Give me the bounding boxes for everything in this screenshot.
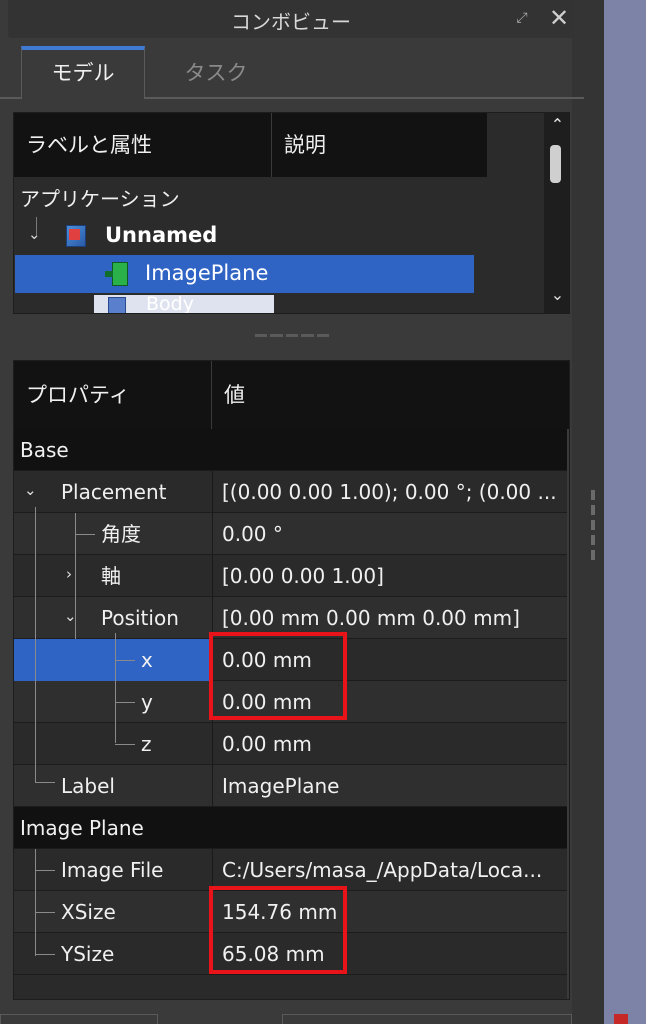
- property-scrollbar[interactable]: [567, 429, 569, 999]
- model-tree[interactable]: ラベルと属性 説明 ⌃ ⌄ アプリケーション ⌄ Unnamed ImagePl…: [13, 112, 570, 314]
- property-value[interactable]: [0.00 0.00 1.00]: [212, 555, 567, 597]
- tree-connector: [35, 507, 36, 782]
- highlight-box-size: [209, 886, 347, 974]
- tree-header-description[interactable]: 説明: [272, 113, 487, 177]
- property-header: プロパティ 値: [14, 361, 569, 429]
- panel-splitter[interactable]: [572, 0, 604, 1024]
- collapse-arrow-icon[interactable]: ⌄: [28, 225, 41, 243]
- scroll-down-icon[interactable]: ⌄: [544, 285, 569, 304]
- property-name: Position: [101, 606, 179, 630]
- bottom-panel-tab[interactable]: [282, 1014, 572, 1024]
- property-header-value[interactable]: 値: [212, 361, 552, 429]
- float-icon[interactable]: ⤢: [514, 10, 530, 26]
- tree-connector: [35, 849, 36, 956]
- document-icon: [66, 225, 86, 247]
- tree-connector: [75, 534, 95, 535]
- scroll-thumb[interactable]: [550, 145, 561, 183]
- collapse-arrow-icon[interactable]: ⌄: [24, 481, 37, 499]
- property-name: YSize: [61, 942, 115, 966]
- tree-connector: [35, 954, 55, 955]
- tree-item-document[interactable]: ⌄ Unnamed: [14, 217, 487, 255]
- body-label: Body: [146, 293, 194, 314]
- image-plane-icon: [105, 262, 128, 286]
- property-header-name[interactable]: プロパティ: [14, 361, 212, 429]
- property-value[interactable]: ImagePlane: [212, 765, 567, 807]
- tree-connector: [115, 702, 135, 703]
- panel-title: コンボビュー: [231, 10, 351, 34]
- property-name: 角度: [101, 522, 141, 546]
- selection-highlight: [14, 639, 212, 681]
- property-group-base[interactable]: Base: [14, 429, 569, 471]
- tree-connector: [115, 660, 135, 661]
- property-row-z[interactable]: z 0.00 mm: [14, 723, 569, 765]
- group-label: Image Plane: [20, 816, 144, 840]
- status-indicator: [614, 1014, 628, 1024]
- property-value[interactable]: 0.00 °: [212, 513, 567, 555]
- property-name: x: [141, 648, 153, 672]
- tab-task[interactable]: タスク: [150, 50, 282, 96]
- 3d-view-edge: [604, 0, 646, 1024]
- tree-connector: [115, 744, 135, 745]
- property-value[interactable]: C:/Users/masa_/AppData/Loca...: [212, 849, 567, 891]
- property-row-angle[interactable]: 角度 0.00 °: [14, 513, 569, 555]
- combo-view-titlebar: コンボビュー ⤢ ✕: [8, 0, 574, 38]
- tree-connector: [35, 912, 55, 913]
- tab-model[interactable]: モデル: [21, 46, 145, 99]
- property-value[interactable]: 0.00 mm: [212, 723, 567, 765]
- property-name: Image File: [61, 858, 164, 882]
- document-label: Unnamed: [105, 223, 218, 247]
- property-name: Placement: [61, 480, 167, 504]
- property-group-image-plane[interactable]: Image Plane: [14, 807, 569, 849]
- tree-item-imageplane[interactable]: ImagePlane: [15, 255, 474, 293]
- vertical-splitter-handle[interactable]: [255, 334, 330, 338]
- property-value[interactable]: [(0.00 0.00 1.00); 0.00 °; (0.00 ...: [212, 471, 567, 513]
- close-icon[interactable]: ✕: [548, 4, 570, 32]
- expand-arrow-icon[interactable]: ›: [66, 565, 72, 583]
- highlight-box-xy: [209, 632, 347, 720]
- tree-item-body[interactable]: Body: [94, 293, 274, 314]
- property-row-placement[interactable]: ⌄ Placement [(0.00 0.00 1.00); 0.00 °; (…: [14, 471, 569, 513]
- tree-header-label[interactable]: ラベルと属性: [14, 113, 272, 177]
- group-label: Base: [20, 438, 69, 462]
- property-row-label[interactable]: Label ImagePlane: [14, 765, 569, 807]
- scroll-up-icon[interactable]: ⌃: [544, 115, 569, 134]
- tree-connector: [115, 633, 116, 743]
- property-name: Label: [61, 774, 115, 798]
- property-row-image-file[interactable]: Image File C:/Users/masa_/AppData/Loca..…: [14, 849, 569, 891]
- tree-item-application[interactable]: アプリケーション: [20, 183, 180, 212]
- property-name: 軸: [101, 564, 121, 588]
- tree-connector: [75, 513, 76, 639]
- tree-header: ラベルと属性 説明: [14, 113, 487, 177]
- property-name: z: [141, 732, 152, 756]
- tab-model-label: モデル: [51, 61, 115, 85]
- property-row-axis[interactable]: › 軸 [0.00 0.00 1.00]: [14, 555, 569, 597]
- tree-scrollbar[interactable]: ⌃ ⌄: [544, 113, 569, 313]
- property-name: y: [141, 690, 153, 714]
- tree-connector: [35, 782, 55, 783]
- property-name: XSize: [61, 900, 116, 924]
- bottom-panel-tab[interactable]: [0, 1014, 158, 1024]
- imageplane-label: ImagePlane: [145, 261, 269, 285]
- splitter-grip[interactable]: [591, 490, 595, 570]
- tree-connector: [35, 870, 55, 871]
- body-icon: [108, 297, 126, 313]
